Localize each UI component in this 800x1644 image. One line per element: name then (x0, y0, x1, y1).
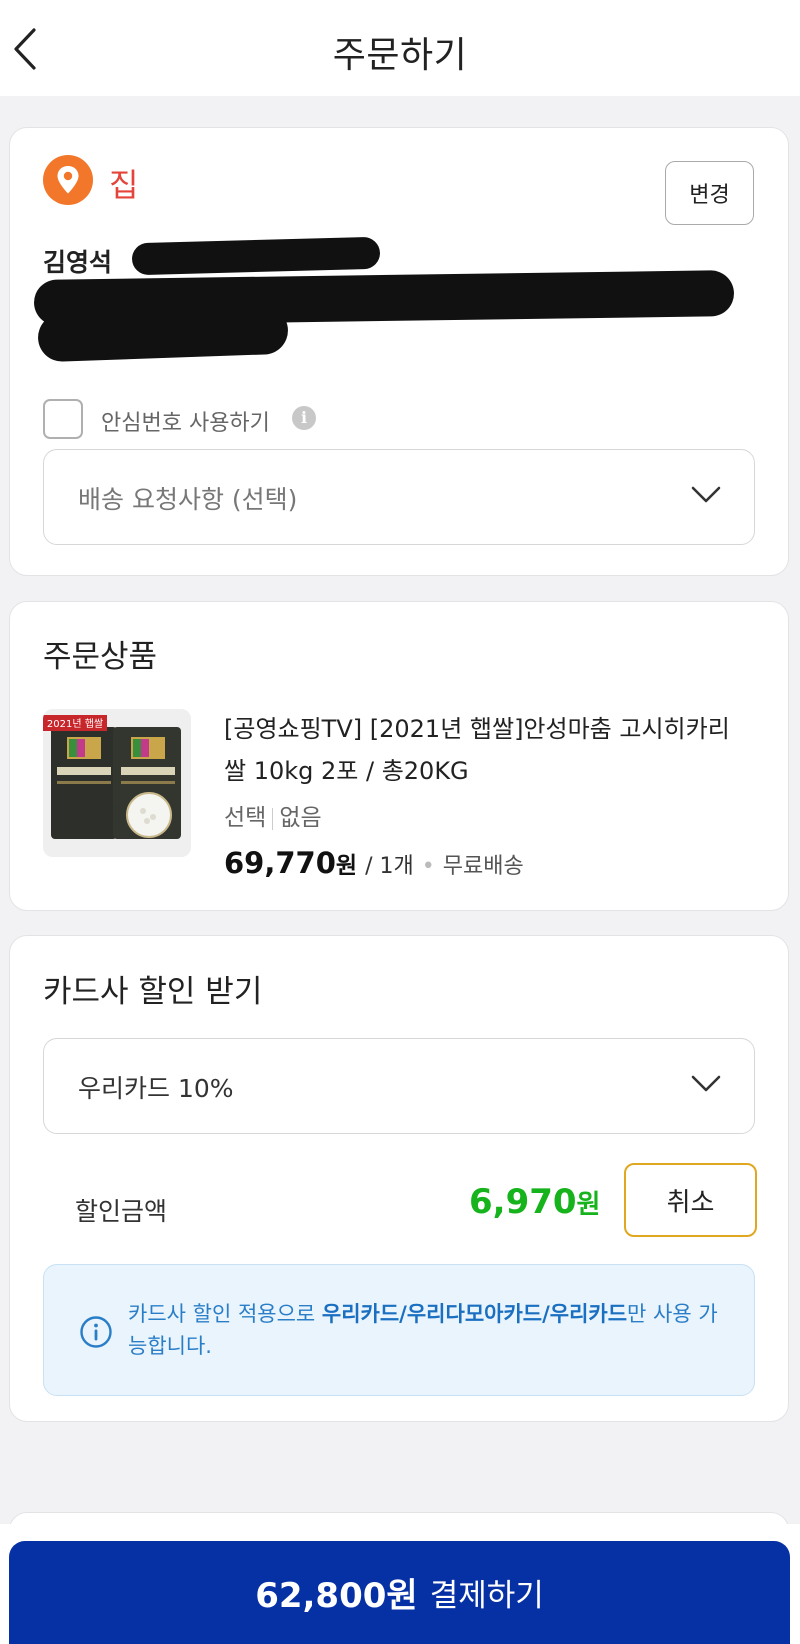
cancel-discount-button[interactable]: 취소 (624, 1163, 757, 1237)
shipping-info: 무료배송 (442, 854, 524, 879)
change-address-button[interactable]: 변경 (665, 161, 754, 225)
discount-label: 할인금액 (75, 1197, 168, 1226)
thumbnail-badge: 2021년 햅쌀 (47, 717, 103, 730)
checkout-amount: 62,800원 (255, 1576, 418, 1616)
checkout-button[interactable]: 62,800원 결제하기 (9, 1541, 790, 1644)
product-price: 69,770 (224, 846, 336, 880)
discount-notice: 카드사 할인 적용으로 우리카드/우리다모아카드/우리카드만 사용 가능합니다. (43, 1264, 755, 1396)
option-divider (272, 807, 274, 830)
discount-unit: 원 (576, 1190, 601, 1220)
delivery-request-placeholder: 배송 요청사항 (선택) (78, 485, 298, 514)
page-title: 주문하기 (332, 35, 468, 76)
redacted-phone (131, 236, 381, 276)
product-name[interactable]: [공영쇼핑TV] [2021년 햅쌀]안성마춤 고시히카리쌀 10kg 2포 /… (224, 708, 744, 792)
notice-cards: 우리카드/우리다모아카드/우리카드 (321, 1302, 628, 1326)
order-items-card: 주문상품 2021년 햅쌀 [공영쇼핑TV] [2021년 햅쌀]안성마춤 고시… (9, 601, 789, 911)
price-unit: 원 (335, 853, 358, 879)
info-icon[interactable]: i (292, 406, 316, 430)
address-label: 집 (109, 166, 139, 204)
address-card: 집 변경 김영석 안심번호 사용하기 i 배송 요청사항 (선택) (9, 127, 789, 576)
dot-separator: • (421, 854, 435, 879)
redacted-address-line-2 (37, 305, 289, 363)
bottom-bar: 62,800원 결제하기 (0, 1524, 800, 1644)
product-quantity: / 1개 (365, 854, 414, 879)
checkout-label: 결제하기 (429, 1578, 544, 1614)
card-discount-title: 카드사 할인 받기 (43, 974, 263, 1010)
card-select[interactable]: 우리카드 10% (43, 1038, 755, 1134)
option-value: 없음 (279, 805, 322, 831)
location-pin-icon (43, 155, 93, 205)
selected-card: 우리카드 10% (78, 1074, 234, 1103)
notice-prefix: 카드사 할인 적용으로 (128, 1302, 322, 1326)
notice-text: 카드사 할인 적용으로 우리카드/우리다모아카드/우리카드만 사용 가능합니다. (128, 1298, 728, 1362)
delivery-request-select[interactable]: 배송 요청사항 (선택) (43, 449, 755, 545)
chevron-down-icon (691, 486, 721, 503)
discount-value: 6,970 (469, 1182, 577, 1222)
product-option: 선택 없음 (224, 798, 322, 832)
top-app-bar: 주문하기 (0, 0, 800, 96)
safe-number-checkbox[interactable] (43, 399, 83, 439)
recipient-name: 김영석 (43, 248, 113, 277)
chevron-down-icon (691, 1075, 721, 1092)
order-items-title: 주문상품 (43, 639, 158, 675)
option-label: 선택 (224, 805, 267, 831)
rice-bag-image: 2021년 햅쌀 (43, 709, 191, 857)
product-price-row: 69,770원 / 1개 • 무료배송 (224, 846, 524, 880)
info-circle-icon (80, 1316, 112, 1348)
safe-number-label: 안심번호 사용하기 (101, 411, 270, 436)
product-thumbnail[interactable]: 2021년 햅쌀 (43, 709, 191, 857)
card-discount-card: 카드사 할인 받기 우리카드 10% 할인금액 6,970원 취소 카드사 할인… (9, 935, 789, 1422)
discount-amount: 6,970원 (469, 1182, 600, 1222)
